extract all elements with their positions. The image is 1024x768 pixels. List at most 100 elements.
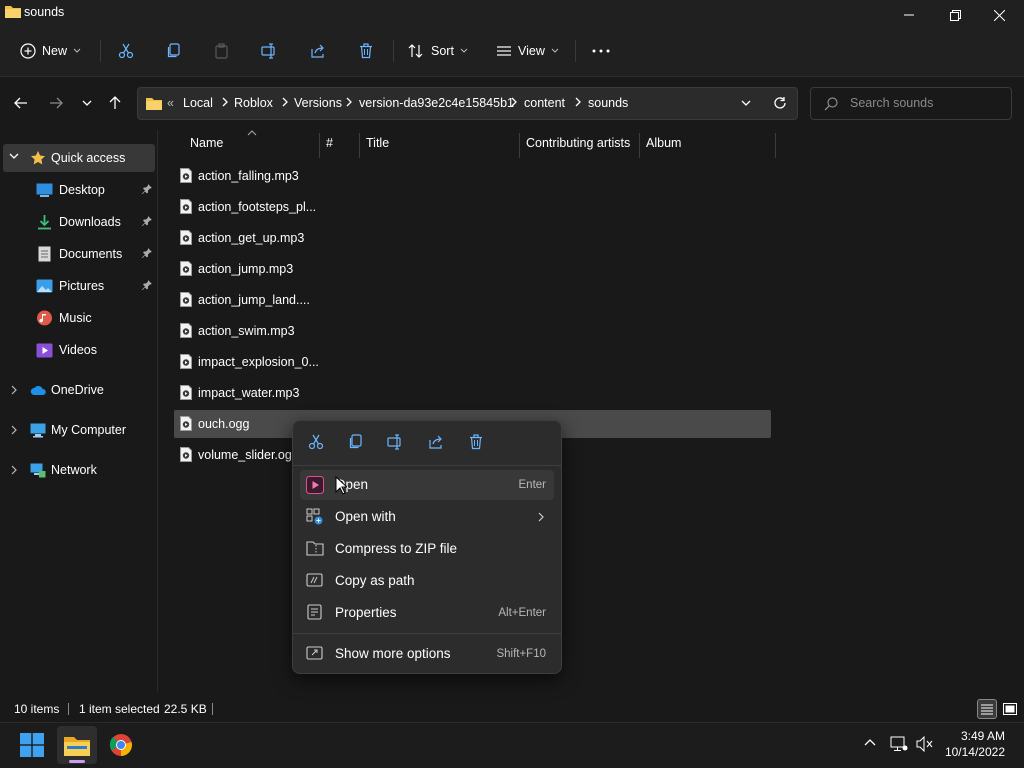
chevron-down-icon (460, 48, 468, 54)
chevron-right-icon[interactable] (11, 465, 17, 475)
audio-file-icon (180, 323, 192, 338)
file-row[interactable]: impact_explosion_0... (174, 348, 771, 376)
chevron-right-icon (538, 512, 544, 522)
column-header-name[interactable]: Name (190, 136, 223, 150)
sidebar-item-label: Documents (59, 247, 123, 261)
chevron-up-icon[interactable] (864, 738, 876, 746)
column-header-album[interactable]: Album (646, 136, 681, 150)
column-divider[interactable] (519, 133, 520, 158)
column-header-number[interactable]: # (326, 136, 333, 150)
breadcrumb-item[interactable]: Roblox (234, 96, 273, 110)
file-row[interactable]: action_jump.mp3 (174, 255, 771, 283)
breadcrumb-item[interactable]: content (524, 96, 565, 110)
taskbar-chrome[interactable] (101, 726, 141, 764)
close-button[interactable] (976, 0, 1022, 30)
file-row[interactable]: action_footsteps_pl... (174, 193, 771, 221)
menu-item-properties[interactable]: Properties Alt+Enter (300, 598, 554, 628)
breadcrumb-item-current[interactable]: sounds (588, 96, 628, 110)
folder-icon (5, 4, 21, 18)
column-divider[interactable] (775, 133, 776, 158)
sort-button[interactable]: Sort (407, 39, 468, 63)
paste-button[interactable] (210, 39, 234, 63)
details-view-button[interactable] (977, 699, 997, 719)
recent-locations-button[interactable] (76, 92, 98, 114)
file-row[interactable]: action_swim.mp3 (174, 317, 771, 345)
sidebar-item-music[interactable]: Music (36, 304, 156, 332)
minimize-button[interactable] (886, 0, 932, 30)
column-header-title[interactable]: Title (366, 136, 389, 150)
file-name: action_jump.mp3 (198, 262, 294, 276)
file-row[interactable]: action_falling.mp3 (174, 162, 771, 190)
chevron-down-icon[interactable] (9, 153, 19, 159)
overflow-chevron-icon[interactable]: « (167, 96, 174, 110)
audio-file-icon (180, 447, 192, 462)
sidebar-item-documents[interactable]: Documents (36, 240, 156, 268)
ctx-cut-button[interactable] (302, 432, 330, 452)
share-icon (310, 43, 326, 59)
ctx-share-button[interactable] (422, 432, 450, 452)
column-divider[interactable] (359, 133, 360, 158)
delete-button[interactable] (354, 39, 378, 63)
sidebar-item-pictures[interactable]: Pictures (36, 272, 156, 300)
arrow-right-icon (49, 97, 63, 109)
menu-item-copy-as-path[interactable]: Copy as path (300, 566, 554, 596)
address-history-button[interactable] (741, 100, 751, 106)
ctx-delete-button[interactable] (462, 432, 490, 452)
file-row[interactable]: action_jump_land.... (174, 286, 771, 314)
chevron-down-icon (73, 48, 81, 54)
copy-button[interactable] (162, 39, 186, 63)
sort-label: Sort (431, 44, 454, 58)
file-row[interactable]: action_get_up.mp3 (174, 224, 771, 252)
sidebar-item-onedrive[interactable]: OneDrive (30, 376, 156, 404)
rename-button[interactable] (258, 39, 282, 63)
view-button[interactable]: View (496, 39, 559, 63)
more-options-button[interactable] (589, 39, 613, 63)
rename-icon (261, 43, 279, 59)
restore-button[interactable] (932, 0, 978, 30)
sidebar-item-videos[interactable]: Videos (36, 336, 156, 364)
clock-time[interactable]: 3:49 AM (961, 729, 1005, 743)
volume-muted-icon[interactable] (916, 736, 934, 752)
sidebar-item-network[interactable]: Network (30, 456, 156, 484)
file-name: ouch.ogg (198, 417, 250, 431)
chevron-right-icon[interactable] (11, 425, 17, 435)
audio-file-icon (180, 354, 192, 369)
refresh-icon (773, 96, 787, 110)
breadcrumb-item[interactable]: Local (183, 96, 213, 110)
audio-file-icon (180, 261, 192, 276)
ctx-copy-button[interactable] (342, 432, 370, 452)
menu-item-open-with[interactable]: Open with (300, 502, 554, 532)
share-button[interactable] (306, 39, 330, 63)
column-divider[interactable] (319, 133, 320, 158)
breadcrumb-item[interactable]: version-da93e2c4e15845b1 (359, 96, 514, 110)
tiles-view-icon (1003, 703, 1017, 715)
breadcrumb-item[interactable]: Versions (294, 96, 342, 110)
menu-item-shortcut: Alt+Enter (498, 607, 546, 619)
taskbar-file-explorer[interactable] (57, 726, 97, 764)
column-header-contributing-artists[interactable]: Contributing artists (526, 136, 630, 150)
sidebar-item-desktop[interactable]: Desktop (36, 176, 156, 204)
chevron-right-icon (282, 97, 288, 107)
start-button[interactable] (12, 726, 52, 764)
menu-item-compress-zip[interactable]: Compress to ZIP file (300, 534, 554, 564)
large-icons-view-button[interactable] (1001, 700, 1019, 718)
clock-date[interactable]: 10/14/2022 (945, 745, 1005, 759)
menu-item-label: Open with (335, 509, 396, 524)
chevron-right-icon[interactable] (11, 385, 17, 395)
up-button[interactable] (104, 92, 126, 114)
cut-button[interactable] (114, 39, 138, 63)
ctx-rename-button[interactable] (382, 432, 410, 452)
back-button[interactable] (10, 92, 32, 114)
network-status-icon[interactable] (890, 736, 908, 752)
menu-item-show-more-options[interactable]: Show more options Shift+F10 (300, 639, 554, 669)
sidebar-item-downloads[interactable]: Downloads (36, 208, 156, 236)
file-name: volume_slider.ogg (198, 448, 299, 462)
new-button[interactable]: New (20, 39, 81, 63)
forward-button[interactable] (45, 92, 67, 114)
refresh-button[interactable] (773, 96, 787, 110)
file-row[interactable]: impact_water.mp3 (174, 379, 771, 407)
sidebar-item-my-computer[interactable]: My Computer (30, 416, 156, 444)
column-divider[interactable] (639, 133, 640, 158)
audio-file-icon (180, 168, 192, 183)
menu-item-label: Copy as path (335, 573, 415, 588)
